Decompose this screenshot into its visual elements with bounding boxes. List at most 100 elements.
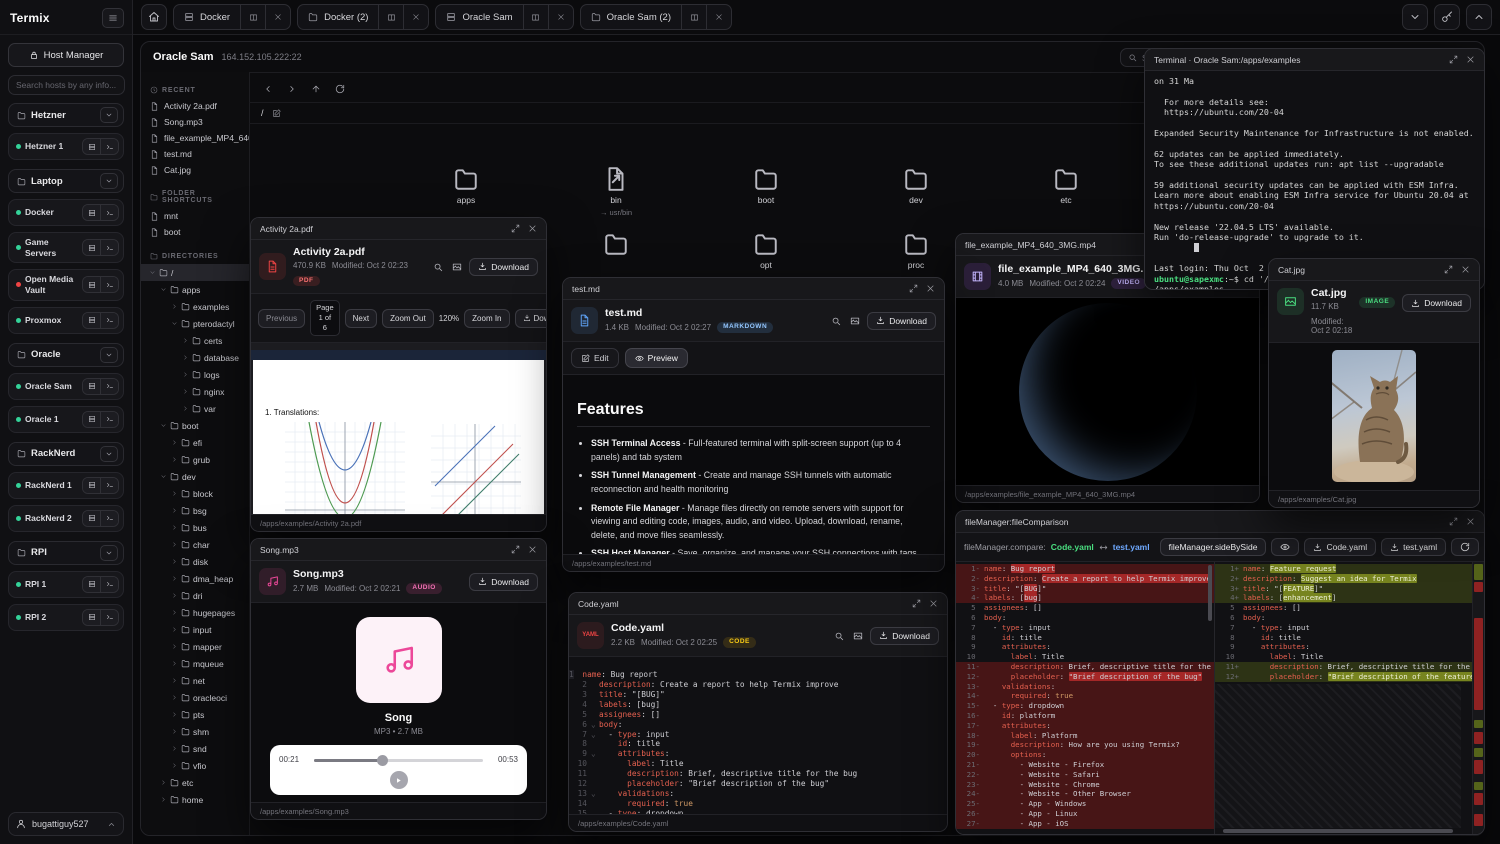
grid-item-bin[interactable]: bin→ usr/bin — [561, 166, 671, 217]
download-button[interactable]: Download — [867, 312, 936, 330]
expand-button[interactable] — [1444, 265, 1453, 274]
open-file-manager-button[interactable] — [83, 277, 100, 292]
tree-item-mapper[interactable]: mapper — [141, 638, 249, 655]
seek-slider[interactable] — [314, 759, 483, 762]
tree-item-dri[interactable]: dri — [141, 587, 249, 604]
tree-item-bsg[interactable]: bsg — [141, 502, 249, 519]
diff-pane-left[interactable]: 1-name: Bug report2-description: Create … — [956, 562, 1215, 834]
grid-item-apps[interactable]: apps — [411, 166, 521, 205]
open-terminal-button[interactable] — [100, 205, 118, 220]
host-group-rpi[interactable]: RPI — [8, 541, 124, 565]
host-search-input[interactable] — [8, 75, 125, 95]
collapse-group-button[interactable] — [100, 347, 118, 363]
close-button[interactable] — [1466, 55, 1475, 64]
edit-path-icon[interactable] — [272, 109, 281, 118]
tree-item-input[interactable]: input — [141, 621, 249, 638]
page-number-widget[interactable]: Page 1 of 6 — [310, 300, 340, 336]
close-tab-button[interactable] — [548, 5, 573, 29]
preview-mode-button[interactable] — [850, 316, 860, 326]
refresh-button[interactable] — [331, 81, 349, 97]
user-menu[interactable]: bugattiguy527 — [8, 812, 124, 836]
host-item-rpi-1[interactable]: RPI 1 — [8, 571, 124, 598]
tree-item-boot[interactable]: boot — [141, 417, 249, 434]
admin-key-button[interactable] — [1434, 4, 1460, 30]
download-button[interactable]: Download — [469, 573, 538, 591]
tree-item-dev[interactable]: dev — [141, 468, 249, 485]
host-item-game-servers[interactable]: Game Servers — [8, 232, 124, 263]
window-titlebar[interactable]: Terminal · Oracle Sam:/apps/examples — [1145, 49, 1484, 71]
close-button[interactable] — [1466, 517, 1475, 526]
host-item-racknerd-2[interactable]: RackNerd 2 — [8, 505, 124, 532]
tree-item-mqueue[interactable]: mqueue — [141, 655, 249, 672]
tree-item-dma-heap[interactable]: dma_heap — [141, 570, 249, 587]
tree-item-block[interactable]: block — [141, 485, 249, 502]
tree-item-net[interactable]: net — [141, 672, 249, 689]
tree-item-logs[interactable]: logs — [141, 366, 249, 383]
tree-item-var[interactable]: var — [141, 400, 249, 417]
window-titlebar[interactable]: Activity 2a.pdf — [251, 218, 546, 240]
terminal-output[interactable]: on 31 Ma For more details see: https://u… — [1145, 71, 1484, 289]
folder-shortcut-item[interactable]: boot — [141, 224, 249, 240]
open-terminal-button[interactable] — [100, 577, 118, 592]
home-tab-button[interactable] — [141, 4, 167, 30]
collapse-group-button[interactable] — [100, 446, 118, 462]
host-group-racknerd[interactable]: RackNerd — [8, 442, 124, 466]
open-file-manager-button[interactable] — [83, 205, 100, 220]
collapse-group-button[interactable] — [100, 173, 118, 189]
collapse-button[interactable] — [1466, 4, 1492, 30]
open-file-manager-button[interactable] — [83, 240, 100, 255]
open-terminal-button[interactable] — [100, 240, 118, 255]
image-canvas[interactable] — [1269, 343, 1479, 490]
video-frame[interactable] — [956, 298, 1259, 485]
refresh-diff-button[interactable] — [1451, 538, 1479, 556]
recent-file-item[interactable]: test.md — [141, 146, 249, 162]
tree-item-grub[interactable]: grub — [141, 451, 249, 468]
tab-oracle-sam[interactable]: Oracle Sam — [435, 4, 573, 30]
expand-button[interactable] — [1449, 55, 1458, 64]
preview-mode-button[interactable] — [452, 262, 462, 272]
grid-item-boot[interactable]: boot — [711, 166, 821, 205]
tree-item-home[interactable]: home — [141, 791, 249, 808]
open-terminal-button[interactable] — [100, 277, 118, 292]
diff-minimap[interactable] — [1472, 562, 1484, 834]
visibility-toggle[interactable] — [1271, 538, 1299, 556]
tree-item-shm[interactable]: shm — [141, 723, 249, 740]
scroll-tabs-left-button[interactable] — [1402, 4, 1428, 30]
window-titlebar[interactable]: Cat.jpg — [1269, 259, 1479, 281]
diff-pane-right[interactable]: 1+name: Feature request2+description: Su… — [1215, 562, 1473, 834]
open-file-manager-button[interactable] — [83, 478, 100, 493]
window-titlebar[interactable]: fileManager:fileComparison — [956, 511, 1484, 533]
tree-item-hugepages[interactable]: hugepages — [141, 604, 249, 621]
open-terminal-button[interactable] — [100, 610, 118, 625]
open-file-manager-button[interactable] — [83, 313, 100, 328]
window-titlebar[interactable]: Code.yaml — [569, 593, 947, 615]
back-button[interactable] — [259, 81, 277, 97]
open-file-manager-button[interactable] — [83, 139, 100, 154]
host-item-proxmox[interactable]: Proxmox — [8, 307, 124, 334]
seek-knob[interactable] — [377, 755, 388, 766]
open-terminal-button[interactable] — [100, 139, 118, 154]
zoom-in-button[interactable]: Zoom In — [464, 309, 509, 328]
recent-file-item[interactable]: file_example_MP4_640_3MG... — [141, 130, 249, 146]
tree-item-oracleoci[interactable]: oracleoci — [141, 689, 249, 706]
zoom-out-button[interactable]: Zoom Out — [382, 309, 434, 328]
tree-item-etc[interactable]: etc — [141, 774, 249, 791]
tree-item-examples[interactable]: examples — [141, 298, 249, 315]
host-item-rpi-2[interactable]: RPI 2 — [8, 604, 124, 631]
window-titlebar[interactable]: test.md — [563, 278, 944, 300]
tree-item-bus[interactable]: bus — [141, 519, 249, 536]
open-file-manager-button[interactable] — [83, 577, 100, 592]
close-tab-button[interactable] — [706, 5, 731, 29]
open-file-manager-button[interactable] — [83, 511, 100, 526]
expand-button[interactable] — [912, 599, 921, 608]
markdown-preview[interactable]: Features SSH Terminal Access - Full-feat… — [563, 375, 944, 554]
open-file-manager-button[interactable] — [83, 610, 100, 625]
tree-item-database[interactable]: database — [141, 349, 249, 366]
swap-icon[interactable] — [1099, 543, 1108, 552]
folder-shortcut-item[interactable]: mnt — [141, 208, 249, 224]
up-button[interactable] — [307, 81, 325, 97]
pdf-page-view[interactable]: 1. Translations: — [251, 343, 546, 514]
download-file-b-button[interactable]: test.yaml — [1381, 538, 1446, 556]
expand-button[interactable] — [511, 224, 520, 233]
collapse-group-button[interactable] — [100, 545, 118, 561]
